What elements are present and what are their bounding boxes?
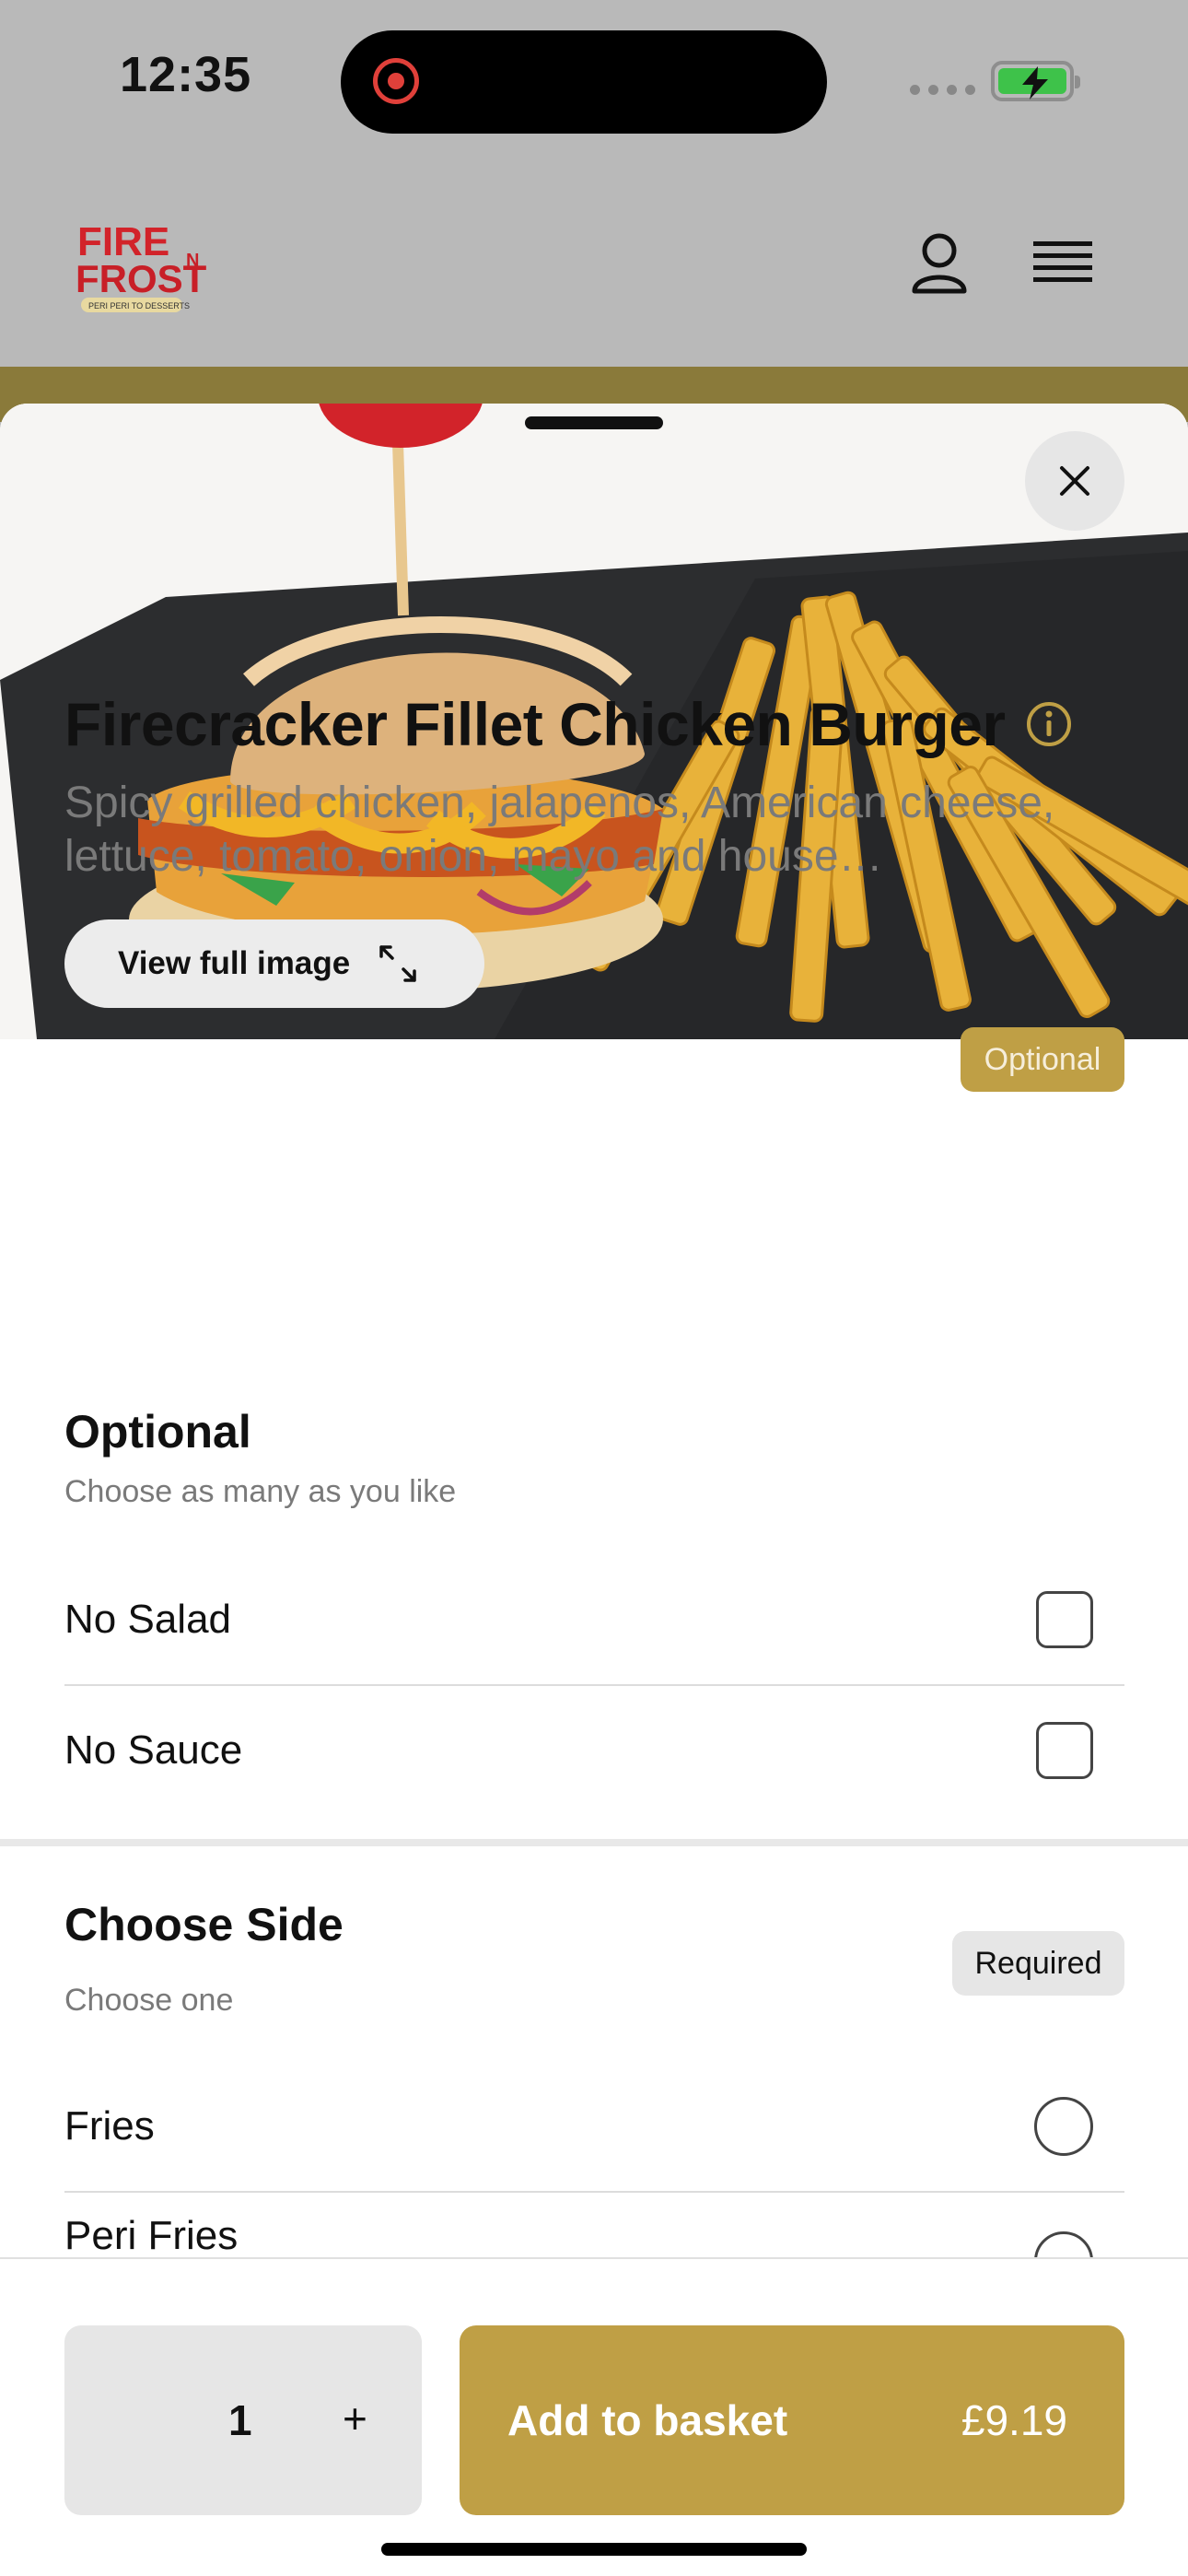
status-bar: 12:35 <box>0 0 1188 175</box>
item-price: £9.19 <box>961 2396 1067 2444</box>
optional-badge: Optional <box>961 1027 1124 1092</box>
radio-button[interactable] <box>1034 2097 1093 2156</box>
close-button[interactable] <box>1025 431 1124 531</box>
svg-text:N: N <box>186 251 199 271</box>
option-label: Fries <box>64 2103 155 2149</box>
increase-quantity-button[interactable]: + <box>343 2394 367 2443</box>
option-row-no-salad[interactable]: No Salad <box>64 1555 1124 1684</box>
option-label: No Sauce <box>64 1727 243 1773</box>
signal-icon <box>910 85 975 95</box>
account-user-icon[interactable] <box>907 230 972 295</box>
section-title-optional: Optional <box>64 1406 251 1458</box>
section-divider <box>0 1839 1188 1846</box>
checkbox[interactable] <box>1036 1722 1093 1779</box>
recording-indicator-icon <box>373 58 419 104</box>
home-indicator[interactable] <box>381 2543 807 2556</box>
item-title: Firecracker Fillet Chicken Burger <box>64 690 1006 758</box>
battery-charging-icon <box>991 61 1080 101</box>
item-description: Spicy grilled chicken, jalapenos, Americ… <box>64 779 1055 881</box>
expand-icon <box>379 945 416 982</box>
add-to-basket-label: Add to basket <box>507 2396 788 2444</box>
info-icon[interactable] <box>1026 701 1072 747</box>
view-full-image-button[interactable]: View full image <box>64 919 484 1008</box>
view-full-image-label: View full image <box>118 945 351 981</box>
checkbox[interactable] <box>1036 1591 1093 1648</box>
option-row-no-sauce[interactable]: No Sauce <box>64 1686 1124 1815</box>
section-title-choose-side: Choose Side <box>64 1899 344 1950</box>
required-badge: Required <box>952 1931 1124 1996</box>
section-subtitle-choose-side: Choose one <box>64 1983 234 2018</box>
quantity-value: 1 <box>228 2396 252 2444</box>
option-row-peri-fries[interactable]: Peri Fries <box>64 2185 1124 2259</box>
option-row-fries[interactable]: Fries <box>64 2062 1124 2191</box>
sheet-grabber[interactable] <box>525 416 663 429</box>
close-icon <box>1060 466 1089 496</box>
hamburger-menu-icon[interactable] <box>1031 230 1096 295</box>
add-to-basket-button[interactable]: Add to basket £9.19 <box>460 2325 1124 2515</box>
section-subtitle-optional: Choose as many as you like <box>64 1474 457 1509</box>
quantity-stepper[interactable]: 1 + <box>64 2325 422 2515</box>
item-title-row: Firecracker Fillet Chicken Burger <box>64 689 1133 759</box>
status-time: 12:35 <box>120 47 252 102</box>
option-label: Peri Fries <box>64 2213 239 2258</box>
add-to-basket-bar: 1 + Add to basket £9.19 <box>0 2257 1188 2576</box>
brand-logo[interactable]: FIRE FROST N PERI PERI TO DESSERTS <box>72 207 210 318</box>
radio-button[interactable] <box>1034 2231 1093 2259</box>
svg-text:PERI PERI TO DESSERTS: PERI PERI TO DESSERTS <box>88 301 190 310</box>
option-label: No Salad <box>64 1597 232 1642</box>
